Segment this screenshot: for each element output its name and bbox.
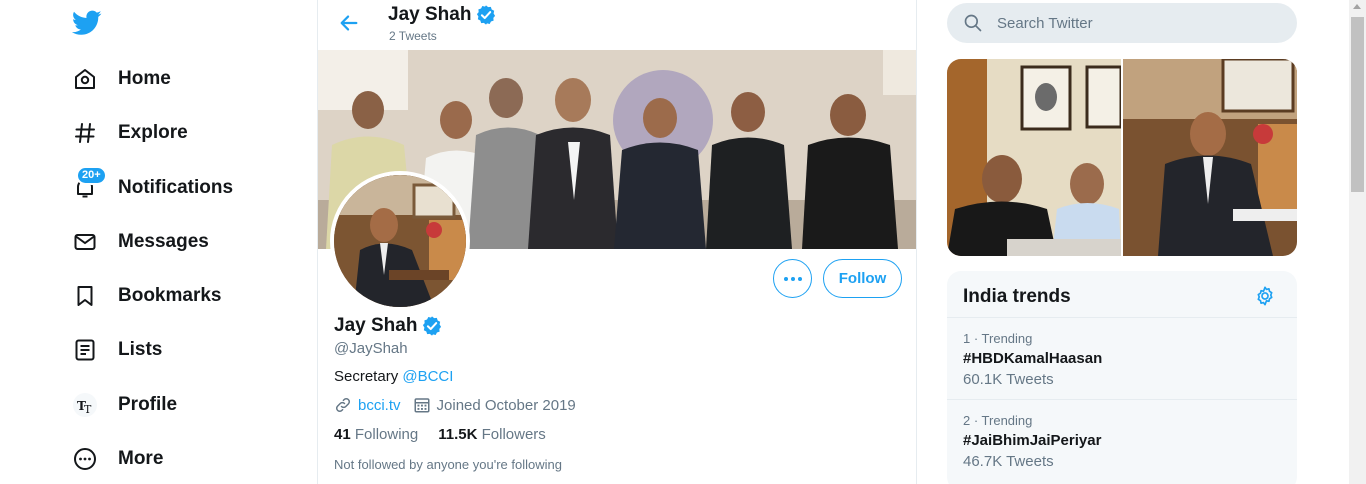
trend-name: #JaiBhimJaiPeriyar: [963, 432, 1102, 449]
nav-item-home[interactable]: Home: [72, 59, 171, 99]
nav-label-lists: Lists: [118, 339, 163, 360]
verified-badge-icon: [475, 4, 497, 26]
nav-item-lists[interactable]: Lists: [72, 330, 162, 370]
trends-title: India trends: [963, 286, 1071, 307]
bio-mention-link[interactable]: @BCCI: [402, 368, 453, 385]
followers-label: Followers: [481, 426, 546, 443]
media-thumbnail[interactable]: [947, 59, 1121, 256]
header-tweet-count: 2 Tweets: [389, 29, 437, 43]
header-name-text: Jay Shah: [388, 4, 472, 25]
svg-text:T: T: [84, 403, 92, 416]
search-input[interactable]: [997, 14, 1277, 32]
profile-name: Jay Shah: [334, 315, 443, 337]
header-profile-name: Jay Shah: [388, 4, 497, 26]
profile-bio-text: Secretary: [334, 368, 403, 385]
twitter-logo-icon[interactable]: [71, 10, 102, 36]
bell-icon: 20+: [72, 166, 107, 201]
left-navigation: Home Explore 20+ Notifications Messages …: [0, 0, 317, 484]
media-thumbnail[interactable]: [1123, 59, 1297, 256]
website-link[interactable]: bcci.tv: [358, 397, 401, 414]
search-icon: [964, 14, 982, 32]
scroll-up-arrow-icon[interactable]: [1353, 4, 1361, 9]
following-count: 41: [334, 426, 351, 443]
calendar-icon: [414, 398, 430, 413]
nav-item-profile[interactable]: TT Profile: [72, 385, 177, 425]
list-icon: [72, 337, 98, 363]
nav-item-messages[interactable]: Messages: [72, 222, 209, 262]
more-circle-icon: [72, 446, 98, 472]
profile-website: bcci.tv: [334, 396, 401, 414]
profile-joined: Joined October 2019: [413, 396, 576, 414]
nav-label-explore: Explore: [118, 122, 188, 143]
trend-tweet-count: 46.7K Tweets: [963, 453, 1054, 470]
hashtag-icon: [72, 120, 98, 146]
bookmark-icon: [72, 283, 98, 309]
nav-item-bookmarks[interactable]: Bookmarks: [72, 276, 222, 316]
profile-bio: Secretary @BCCI: [334, 368, 453, 385]
profile-top-header: Jay Shah 2 Tweets: [318, 0, 916, 49]
nav-label-more: More: [118, 448, 164, 469]
nav-item-notifications[interactable]: 20+ Notifications: [72, 166, 234, 208]
back-arrow-icon[interactable]: [336, 10, 362, 36]
nav-label-profile: Profile: [118, 394, 178, 415]
more-options-button[interactable]: [773, 259, 812, 298]
scrollbar-thumb[interactable]: [1351, 17, 1364, 192]
trend-tweet-count: 60.1K Tweets: [963, 371, 1054, 388]
nav-label-bookmarks: Bookmarks: [118, 285, 222, 306]
trend-name: #HBDKamalHaasan: [963, 350, 1103, 367]
link-icon: [335, 397, 351, 413]
search-box[interactable]: [947, 3, 1297, 43]
profile-meta: bcci.tv Joined October 2019: [334, 396, 588, 414]
profile-stats: 41 Following 11.5K Followers: [334, 426, 566, 443]
trends-panel: India trends 1 · Trending #HBDKamalHaasa…: [947, 271, 1297, 484]
following-stat[interactable]: 41 Following: [334, 426, 418, 443]
profile-media-grid: [947, 59, 1297, 256]
nav-item-explore[interactable]: Explore: [72, 113, 188, 153]
envelope-icon: [72, 229, 98, 255]
settings-gear-icon[interactable]: [1254, 285, 1276, 307]
profile-name-text: Jay Shah: [334, 315, 418, 336]
trend-meta: 1 · Trending: [963, 331, 1033, 346]
page-scrollbar[interactable]: [1349, 0, 1366, 484]
home-icon: [72, 66, 98, 92]
verified-badge-icon: [421, 315, 443, 337]
trend-item[interactable]: 1 · Trending #HBDKamalHaasan 60.1K Tweet…: [947, 317, 1297, 399]
trend-item[interactable]: 2 · Trending #JaiBhimJaiPeriyar 46.7K Tw…: [947, 399, 1297, 481]
notifications-badge: 20+: [76, 166, 107, 185]
followers-stat[interactable]: 11.5K Followers: [438, 426, 546, 443]
more-dots-icon: [783, 276, 802, 281]
joined-text: Joined October 2019: [436, 396, 576, 414]
profile-column: Jay Shah 2 Tweets Follow Jay Shah @JaySh…: [317, 0, 917, 484]
follow-button[interactable]: Follow: [823, 259, 902, 298]
profile-handle: @JayShah: [334, 340, 408, 357]
profile-avatar-icon: TT: [72, 392, 98, 418]
nav-label-messages: Messages: [118, 231, 209, 252]
following-label: Following: [354, 426, 419, 443]
trend-meta: 2 · Trending: [963, 413, 1033, 428]
followers-count: 11.5K: [438, 426, 478, 443]
nav-item-more[interactable]: More: [72, 439, 163, 479]
nav-label-notifications: Notifications: [118, 177, 234, 198]
profile-avatar-image[interactable]: [330, 171, 470, 311]
nav-label-home: Home: [118, 68, 171, 89]
followed-by-note: Not followed by anyone you're following: [334, 457, 562, 472]
